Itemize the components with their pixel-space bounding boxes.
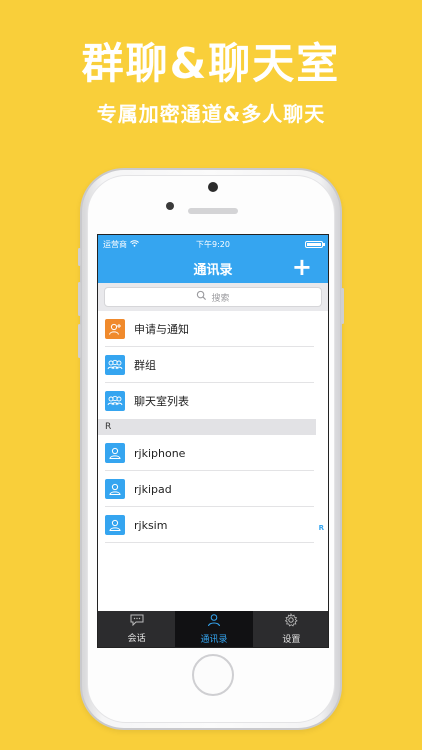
search-placeholder: 搜索 xyxy=(211,293,230,304)
contacts-icon xyxy=(207,613,221,630)
add-user-icon xyxy=(105,319,125,339)
page-title: 通讯录 xyxy=(193,262,233,278)
user-icon xyxy=(105,515,125,535)
gear-icon xyxy=(284,612,299,630)
power-button xyxy=(341,288,344,324)
search-icon xyxy=(196,290,207,304)
front-camera xyxy=(208,182,218,192)
contact-name: rjksim xyxy=(134,518,168,532)
contacts-list: 申请与通知 群组 聊天室列表 R rjkiphone rjkipad rjksi… xyxy=(98,311,328,543)
list-item-label: 聊天室列表 xyxy=(134,395,189,408)
add-contact-button[interactable]: + xyxy=(292,255,312,279)
section-index-r[interactable]: R xyxy=(319,524,324,532)
phone-frame: 运营商 下午9:20 通讯录 + 搜索 申请与通知 群组 聊天室列表 R rjk… xyxy=(78,168,344,730)
tab-bar: 会话 通讯录 设置 xyxy=(98,611,328,647)
promo-headline: 群聊&聊天室 xyxy=(81,39,341,88)
list-item-groups[interactable]: 群组 xyxy=(98,347,328,383)
list-item-label: 群组 xyxy=(134,359,156,372)
list-item-chatrooms[interactable]: 聊天室列表 xyxy=(98,383,328,419)
tab-label: 会话 xyxy=(127,634,146,644)
status-time: 下午9:20 xyxy=(196,240,230,249)
chat-bubble-icon xyxy=(130,614,144,629)
list-item-requests[interactable]: 申请与通知 xyxy=(98,311,328,347)
tab-label: 设置 xyxy=(282,635,301,645)
mute-switch xyxy=(78,248,81,266)
user-icon xyxy=(105,479,125,499)
phone-screen: 运营商 下午9:20 通讯录 + 搜索 申请与通知 群组 聊天室列表 R rjk… xyxy=(97,234,329,648)
contact-name: rjkipad xyxy=(134,482,172,496)
proximity-sensor xyxy=(166,202,174,210)
tab-conversations[interactable]: 会话 xyxy=(98,611,175,647)
tab-contacts[interactable]: 通讯录 xyxy=(175,611,253,647)
contact-row[interactable]: rjkipad xyxy=(98,471,328,507)
navigation-bar: 通讯录 + xyxy=(98,253,328,283)
search-input[interactable]: 搜索 xyxy=(104,287,322,307)
home-button[interactable] xyxy=(192,654,234,696)
group-icon xyxy=(105,355,125,375)
list-item-label: 申请与通知 xyxy=(134,323,189,336)
tab-settings[interactable]: 设置 xyxy=(253,611,328,647)
user-icon xyxy=(105,443,125,463)
promo-subhead: 专属加密通道&多人聊天 xyxy=(96,102,326,126)
tab-label: 通讯录 xyxy=(200,635,228,645)
volume-down-button xyxy=(78,324,81,358)
contact-row[interactable]: rjkiphone xyxy=(98,435,328,471)
earpiece-speaker xyxy=(188,208,238,214)
search-bar: 搜索 xyxy=(98,283,328,311)
battery-icon xyxy=(305,240,325,248)
volume-up-button xyxy=(78,282,81,316)
contact-name: rjkiphone xyxy=(134,446,186,460)
status-bar: 运营商 下午9:20 xyxy=(98,235,328,253)
contact-row[interactable]: rjksim xyxy=(98,507,328,543)
section-header-r: R xyxy=(98,419,316,435)
group-icon xyxy=(105,391,125,411)
